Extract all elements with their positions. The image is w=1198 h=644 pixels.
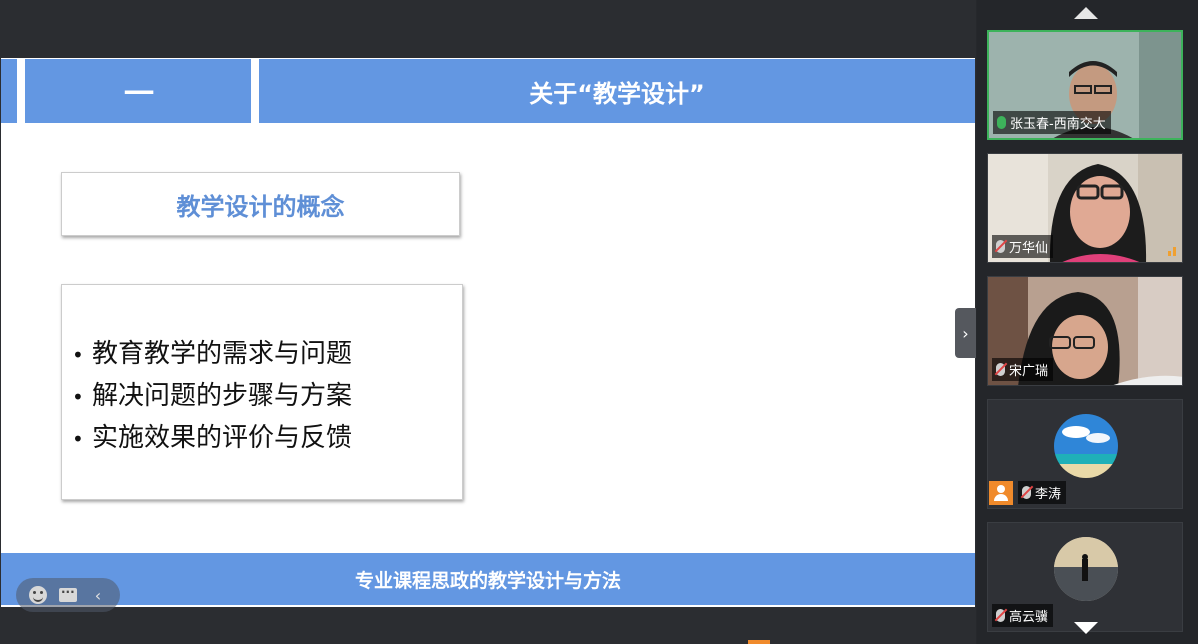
- concept-heading: 教学设计的概念: [176, 192, 345, 221]
- chat-button[interactable]: [58, 582, 78, 605]
- scroll-up-arrow-icon[interactable]: [1074, 7, 1098, 19]
- participant-name-tag: 高云骥: [992, 604, 1054, 627]
- bullet-text: 实施效果的评价与反馈: [92, 423, 353, 453]
- toggle-participants-button[interactable]: ›: [955, 308, 976, 358]
- participant-name-tag: 张玉春-西南交大: [993, 111, 1111, 134]
- header-divider: [251, 59, 259, 123]
- bullet-item: • 解决问题的步骤与方案: [72, 375, 462, 417]
- bullet-text: 教育教学的需求与问题: [92, 339, 353, 369]
- slide-title: 关于“教学设计”: [529, 79, 705, 108]
- section-number: 一: [124, 77, 154, 112]
- bullet-text: 解决问题的步骤与方案: [92, 381, 353, 411]
- participant-name-tag: 万华仙: [992, 235, 1054, 258]
- floating-toolbar: ‹: [16, 578, 120, 612]
- bullet-list-box: • 教育教学的需求与问题 • 解决问题的步骤与方案 • 实施效果的评价与反馈: [61, 284, 463, 500]
- bullet-list: • 教育教学的需求与问题 • 解决问题的步骤与方案 • 实施效果的评价与反馈: [62, 285, 462, 459]
- slide-footer: 专业课程思政的教学设计与方法: [1, 553, 975, 605]
- bullet-item: • 教育教学的需求与问题: [72, 333, 462, 375]
- mic-muted-icon: [1022, 486, 1031, 499]
- app-badge-icon: [748, 640, 770, 644]
- participant-tile[interactable]: 李涛: [987, 399, 1183, 509]
- shared-screen-area: 一 关于“教学设计” 教学设计的概念 • 教育教学的需求与问题 • 解决问题的步骤与…: [0, 0, 976, 644]
- mic-on-icon: [997, 116, 1006, 129]
- sunset-avatar-image: [1054, 537, 1118, 601]
- smiley-icon: [29, 586, 47, 604]
- beach-avatar-image: [1054, 414, 1118, 478]
- bullet-marker: •: [72, 343, 84, 367]
- participant-name: 万华仙: [1009, 241, 1049, 256]
- chat-icon: [59, 582, 77, 602]
- emoji-button[interactable]: [28, 585, 48, 605]
- header-divider: [17, 59, 25, 123]
- avatar: [1054, 537, 1118, 601]
- mic-muted-icon: [996, 609, 1005, 622]
- presentation-slide: 一 关于“教学设计” 教学设计的概念 • 教育教学的需求与问题 • 解决问题的步骤与…: [1, 58, 975, 608]
- participant-tile[interactable]: 张玉春-西南交大: [987, 30, 1183, 140]
- scroll-down-arrow-icon[interactable]: [1074, 622, 1098, 634]
- participant-name: 张玉春-西南交大: [1010, 117, 1106, 132]
- participant-tile[interactable]: 高云骥: [987, 522, 1183, 632]
- user-icon: [989, 481, 1013, 505]
- participant-tile[interactable]: 宋广瑞: [987, 276, 1183, 386]
- participant-tile[interactable]: 万华仙: [987, 153, 1183, 263]
- participant-name: 高云骥: [1009, 610, 1049, 625]
- participant-name-tag: 李涛: [1018, 481, 1067, 504]
- collapse-toolbar-button[interactable]: ‹: [88, 585, 108, 605]
- bullet-item: • 实施效果的评价与反馈: [72, 417, 462, 459]
- bullet-marker: •: [72, 385, 84, 409]
- participant-name: 宋广瑞: [1009, 364, 1049, 379]
- participant-name-tag: 宋广瑞: [992, 358, 1054, 381]
- mic-muted-icon: [996, 240, 1005, 253]
- concept-heading-box: 教学设计的概念: [61, 172, 460, 236]
- chevron-right-icon: ›: [962, 323, 969, 343]
- participant-name: 李涛: [1035, 487, 1062, 502]
- chevron-left-icon: ‹: [94, 585, 102, 605]
- avatar: [1054, 414, 1118, 478]
- volume-indicator-icon: [1168, 247, 1176, 256]
- bottom-bar: [0, 607, 976, 644]
- bullet-marker: •: [72, 427, 84, 451]
- mic-muted-icon: [996, 363, 1005, 376]
- slide-header-bar: 一 关于“教学设计”: [1, 59, 975, 123]
